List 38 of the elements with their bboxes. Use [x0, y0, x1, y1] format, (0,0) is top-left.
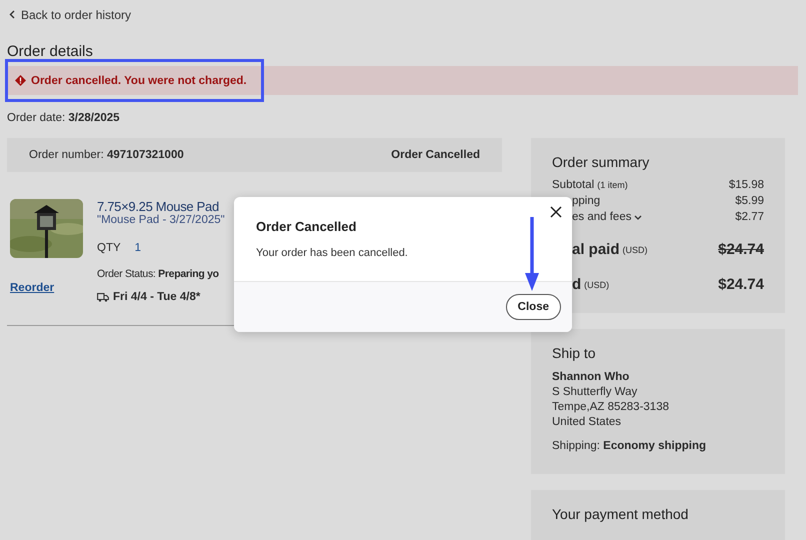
order-date: Order date: 3/28/2025: [7, 112, 121, 124]
qty-value: 1: [134, 242, 142, 254]
back-link[interactable]: Back to order history: [9, 8, 132, 22]
reorder-link[interactable]: Reorder: [10, 282, 83, 294]
chevron-left-icon: [9, 10, 15, 19]
address-line: United States: [552, 415, 622, 430]
order-status-line: Order Status: Preparing yo: [97, 268, 220, 280]
card-title: Your payment method: [552, 506, 690, 522]
address-line: S Shutterfly Way: [552, 385, 638, 400]
shipping-method: Shipping: Economy shipping: [552, 439, 708, 454]
close-button[interactable]: Close: [506, 294, 561, 320]
order-status: Order Cancelled: [391, 149, 480, 161]
card-title: Ship to: [552, 345, 597, 361]
order-number: Order number: 497107321000: [29, 149, 184, 161]
summary-value: $24.74: [718, 276, 764, 293]
warning-icon: [15, 75, 26, 86]
address-line: Tempe,AZ 85283-3138: [552, 400, 670, 415]
page-heading: Order details: [7, 43, 94, 60]
summary-label: pping: [571, 195, 600, 207]
summary-label: Subtotal (1 item): [552, 179, 628, 191]
chevron-down-icon: [634, 214, 642, 220]
delivery-dates: Fri 4/4 - Tue 4/8*: [113, 291, 200, 303]
recipient-name: Shannon Who: [552, 370, 630, 385]
product-title: 7.75×9.25 Mouse Pad: [97, 199, 220, 214]
summary-value: $15.98: [728, 179, 764, 191]
product-subtitle: "Mouse Pad - 3/27/2025": [97, 214, 225, 226]
card-title: Order summary: [552, 154, 650, 170]
close-icon[interactable]: [550, 206, 562, 218]
summary-label: d (USD): [571, 276, 610, 293]
summary-value: $5.99: [735, 195, 764, 207]
dialog-message: Your order has been cancelled.: [256, 247, 409, 259]
truck-icon: [97, 292, 109, 302]
summary-value: $2.77: [735, 211, 764, 223]
alert-text: Order cancelled. You were not charged.: [31, 74, 247, 86]
summary-value: $24.74: [718, 241, 764, 258]
summary-label: al paid (USD): [571, 241, 648, 258]
dialog-title: Order Cancelled: [256, 219, 358, 234]
qty-label: QTY: [97, 242, 121, 254]
